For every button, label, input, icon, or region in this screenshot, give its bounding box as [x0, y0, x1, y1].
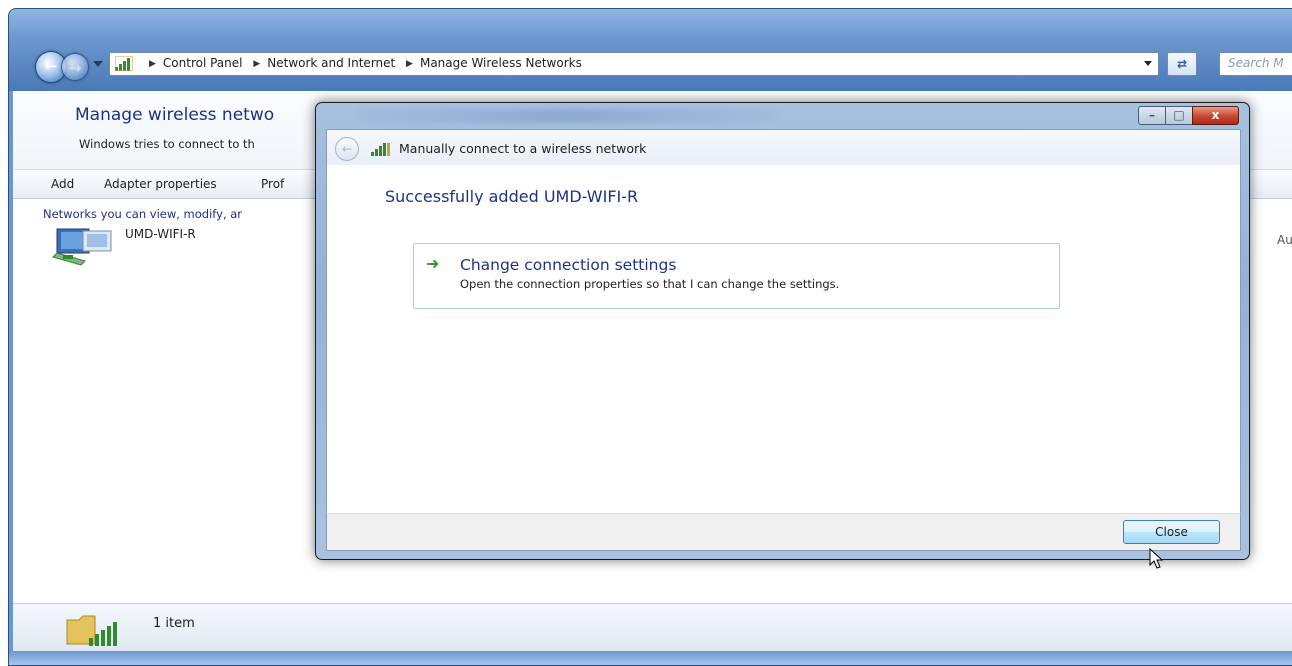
address-dropdown-icon[interactable] [1144, 61, 1152, 66]
search-input[interactable]: Search M [1219, 52, 1292, 76]
breadcrumb-manage-wireless[interactable]: Manage Wireless Networks [420, 56, 582, 70]
close-icon: x [1211, 108, 1220, 122]
mouse-cursor-icon [1149, 548, 1163, 569]
breadcrumb-separator-icon: ▶ [149, 59, 156, 69]
minimize-button[interactable]: – [1138, 106, 1166, 125]
network-item-name[interactable]: UMD-WIFI-R [125, 227, 196, 241]
recent-pages-dropdown[interactable] [93, 61, 103, 67]
explorer-chrome [9, 9, 1292, 91]
wireless-signal-icon [371, 143, 390, 156]
dialog-header: ← Manually connect to a wireless network [326, 129, 1241, 166]
dialog-title: Manually connect to a wireless network [399, 141, 647, 156]
change-connection-settings-link[interactable]: ➜ Change connection settings Open the co… [413, 243, 1060, 309]
group-header: Networks you can view, modify, ar [43, 207, 243, 221]
close-window-button[interactable]: x [1192, 106, 1239, 125]
bottom-frame [9, 651, 1292, 665]
status-bar: 1 item [13, 603, 1292, 652]
address-bar[interactable]: ▶ Control Panel ▶ Network and Internet ▶ Ma… [109, 52, 1159, 76]
success-message: Successfully added UMD-WIFI-R [385, 187, 639, 206]
green-arrow-icon: ➜ [426, 254, 440, 273]
close-button[interactable]: Close [1123, 520, 1220, 544]
maximize-icon: □ [1173, 108, 1185, 122]
network-item-mode: Au [1277, 233, 1292, 247]
refresh-button[interactable]: ⇄ [1167, 52, 1197, 76]
command-link-title: Change connection settings [460, 256, 677, 274]
dialog-back-button[interactable]: ← [335, 137, 359, 161]
wireless-network-icon [52, 228, 112, 266]
breadcrumb-separator-icon: ▶ [253, 59, 261, 69]
refresh-icon: ⇄ [1176, 57, 1188, 71]
wireless-network-icon [66, 615, 117, 646]
minimize-icon: – [1149, 108, 1155, 122]
page-title: Manage wireless netwo [75, 105, 275, 125]
toolbar-profile-button[interactable]: Prof [261, 177, 284, 191]
command-link-description: Open the connection properties so that I… [460, 277, 840, 291]
page-subtitle: Windows tries to connect to th [79, 137, 255, 151]
maximize-button[interactable]: □ [1165, 106, 1193, 125]
breadcrumb: ▶ Control Panel ▶ Network and Internet ▶ Ma… [142, 56, 582, 70]
search-placeholder: Search M [1228, 56, 1284, 70]
wireless-signal-icon [115, 56, 133, 71]
window-caption-buttons: – □ x [1138, 106, 1239, 125]
add-network-dialog: – □ x ← Manually connect to a wireless n… [315, 102, 1250, 560]
item-count: 1 item [153, 616, 195, 631]
breadcrumb-network-internet[interactable]: Network and Internet [267, 56, 395, 70]
breadcrumb-control-panel[interactable]: Control Panel [163, 56, 243, 70]
dialog-footer: Close [326, 513, 1241, 551]
breadcrumb-separator-icon: ▶ [406, 59, 413, 69]
dialog-body: Successfully added UMD-WIFI-R ➜ Change c… [326, 165, 1241, 513]
forward-arrow-icon: → [68, 59, 82, 77]
forward-button[interactable]: → [61, 53, 89, 81]
toolbar-adapter-properties-button[interactable]: Adapter properties [104, 177, 217, 191]
blurred-window-title [356, 109, 776, 123]
toolbar-add-button[interactable]: Add [51, 177, 74, 191]
back-arrow-icon: ← [341, 142, 353, 156]
